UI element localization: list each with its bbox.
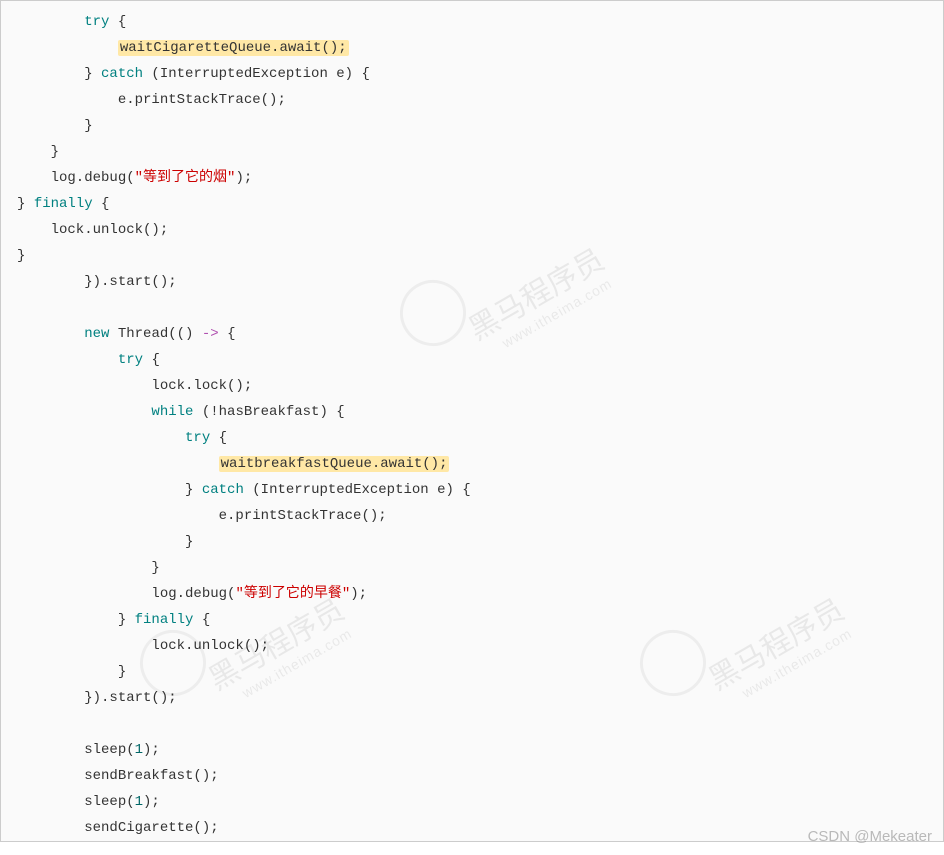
highlight-breakfast: waitbreakfastQueue.await(); (219, 456, 450, 472)
string-breakfast-msg: "等到了它的早餐" (235, 586, 350, 602)
code-block: try { waitCigaretteQueue.await(); } catc… (0, 0, 944, 842)
code-pre: try { waitCigaretteQueue.await(); } catc… (17, 9, 943, 842)
num-sleep1: 1 (135, 742, 143, 758)
arrow-op: -> (202, 326, 219, 342)
highlight-cigarette: waitCigaretteQueue.await(); (118, 40, 349, 56)
kw-new: new (84, 326, 109, 342)
num-sleep2: 1 (135, 794, 143, 810)
string-cigarette-msg: "等到了它的烟" (135, 170, 236, 186)
